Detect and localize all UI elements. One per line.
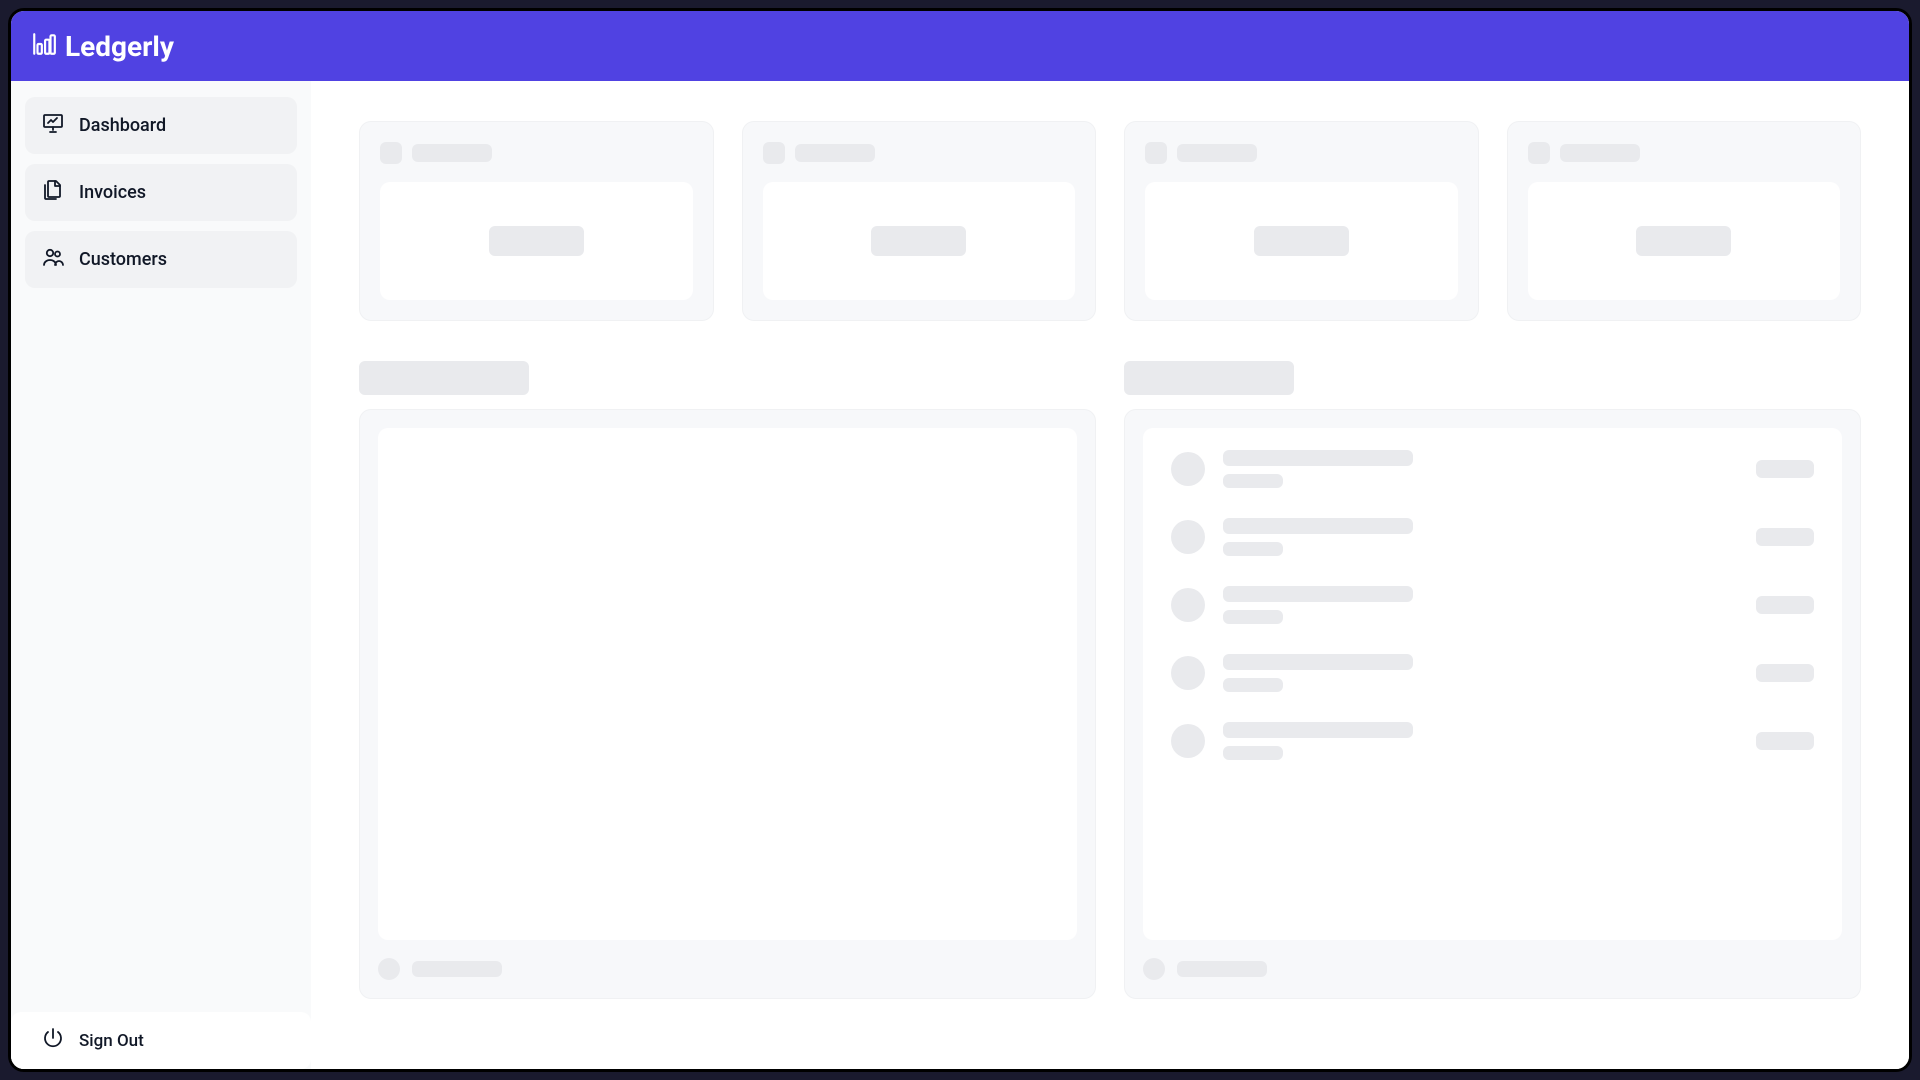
skeleton-value [1254,226,1349,256]
skeleton-footer-text [412,961,502,977]
skeleton-amount [1756,732,1814,750]
skeleton-amount [1756,528,1814,546]
stat-card-skeleton [1124,121,1479,321]
skeleton-line [1223,746,1283,760]
stat-card-skeleton [359,121,714,321]
skeleton-line [1223,654,1413,670]
skeleton-line [1223,518,1413,534]
documents-icon [41,178,65,207]
skeleton-list [1143,428,1842,940]
app-window: Ledgerly Dashboard [8,8,1912,1072]
skeleton-line [1223,474,1283,488]
sidebar-item-label: Customers [79,249,167,270]
skeleton-icon [1145,142,1167,164]
skeleton-avatar [1171,588,1205,622]
sign-out-button[interactable]: Sign Out [11,1012,311,1069]
app-header: Ledgerly [11,11,1909,81]
skeleton-avatar [1171,452,1205,486]
sidebar-item-invoices[interactable]: Invoices [25,164,297,221]
stat-card-header [763,142,1076,164]
skeleton-amount [1756,460,1814,478]
skeleton-line [1223,722,1413,738]
list-item [1171,450,1814,488]
app-logo: Ledgerly [31,30,174,63]
skeleton-section-title [359,361,529,395]
skeleton-label [795,144,875,162]
list-item-text [1223,450,1738,488]
panels-row [359,409,1861,999]
stat-card-body [1528,182,1841,300]
stat-card-skeleton [742,121,1097,321]
app-body: Dashboard Invoices [11,81,1909,1069]
skeleton-value [489,226,584,256]
stat-cards-row [359,121,1861,321]
presentation-chart-icon [41,111,65,140]
main-content [311,81,1909,1069]
skeleton-line [1223,610,1283,624]
sidebar-nav: Dashboard Invoices [25,97,297,1012]
skeleton-line [1223,586,1413,602]
skeleton-dot [378,958,400,980]
skeleton-icon [763,142,785,164]
stat-card-header [1145,142,1458,164]
skeleton-label [412,144,492,162]
skeleton-avatar [1171,520,1205,554]
skeleton-section-title [1124,361,1294,395]
skeleton-chart-area [378,428,1077,940]
skeleton-label [1177,144,1257,162]
users-icon [41,245,65,274]
chart-panel-skeleton [359,409,1096,999]
panel-footer [1143,940,1842,980]
list-item [1171,654,1814,692]
sidebar-item-dashboard[interactable]: Dashboard [25,97,297,154]
skeleton-line [1223,542,1283,556]
skeleton-avatar [1171,724,1205,758]
sidebar-item-customers[interactable]: Customers [25,231,297,288]
sign-out-label: Sign Out [79,1031,144,1051]
skeleton-icon [380,142,402,164]
list-item-text [1223,586,1738,624]
stat-card-body [1145,182,1458,300]
stat-card-body [380,182,693,300]
sidebar-bottom: Sign Out [25,1012,297,1053]
skeleton-line [1223,450,1413,466]
list-item [1171,722,1814,760]
skeleton-amount [1756,596,1814,614]
app-title: Ledgerly [65,30,174,63]
sidebar-item-label: Dashboard [79,115,166,136]
skeleton-value [871,226,966,256]
section-titles-row [359,361,1861,395]
sidebar: Dashboard Invoices [11,81,311,1069]
skeleton-line [1223,678,1283,692]
skeleton-footer-text [1177,961,1267,977]
stat-card-header [1528,142,1841,164]
skeleton-label [1560,144,1640,162]
bar-chart-icon [31,31,57,61]
skeleton-amount [1756,664,1814,682]
stat-card-body [763,182,1076,300]
skeleton-dot [1143,958,1165,980]
skeleton-icon [1528,142,1550,164]
skeleton-avatar [1171,656,1205,690]
power-icon [41,1026,65,1055]
panel-footer [378,940,1077,980]
skeleton-value [1636,226,1731,256]
list-item [1171,518,1814,556]
list-item-text [1223,722,1738,760]
sidebar-item-label: Invoices [79,182,146,203]
stat-card-header [380,142,693,164]
stat-card-skeleton [1507,121,1862,321]
list-item-text [1223,654,1738,692]
list-item-text [1223,518,1738,556]
list-panel-skeleton [1124,409,1861,999]
list-item [1171,586,1814,624]
